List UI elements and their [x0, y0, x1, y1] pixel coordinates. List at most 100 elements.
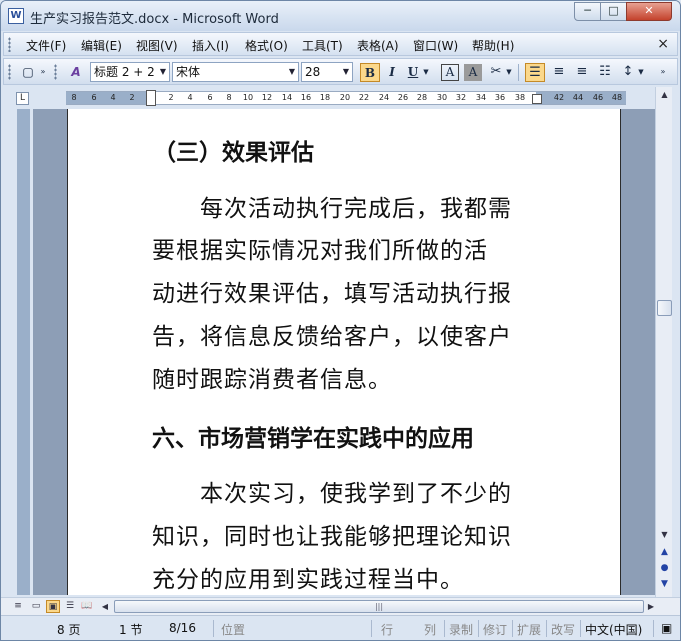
- ruler-tick-label: 48: [611, 93, 623, 102]
- styles-formatting-icon[interactable]: A: [66, 63, 86, 82]
- spelling-status-icon[interactable]: ▣: [661, 621, 672, 635]
- paragraph-line: 告，将信息反馈给客户，以使客户: [152, 324, 512, 350]
- status-bar: 8 页 1 节 8/16 位置 行 列 录制 修订 扩展 改写 中文(中国) ▣: [1, 615, 680, 640]
- reading-layout-view-icon[interactable]: 📖: [80, 600, 94, 613]
- first-line-indent-marker[interactable]: [146, 90, 156, 106]
- underline-dropdown-icon[interactable]: ▼: [421, 63, 431, 82]
- menu-edit[interactable]: 编辑(E): [81, 37, 122, 54]
- menu-table[interactable]: 表格(A): [357, 37, 399, 54]
- ruler-tick-label: 44: [572, 93, 584, 102]
- minimize-button[interactable]: ─: [574, 2, 601, 21]
- line-spacing-icon[interactable]: ↕: [618, 63, 638, 82]
- font-size-combo[interactable]: 28 ▼: [301, 62, 353, 82]
- close-window-button[interactable]: ✕: [626, 2, 672, 21]
- horizontal-scroll-thumb[interactable]: |||: [114, 600, 644, 613]
- ruler-tick-label: 6: [207, 93, 213, 102]
- distributed-align-icon[interactable]: ☷: [595, 63, 615, 82]
- tab-stop-selector-icon[interactable]: L: [16, 92, 29, 105]
- status-record[interactable]: 录制: [449, 621, 473, 638]
- print-layout-view-icon[interactable]: ▣: [46, 600, 60, 613]
- next-page-icon[interactable]: ▼: [659, 579, 670, 590]
- ruler-tick-label: 8: [71, 93, 77, 102]
- vertical-scroll-thumb[interactable]: [657, 300, 672, 316]
- ruler-tick-label: 14: [281, 93, 293, 102]
- toolbar-grip-icon[interactable]: [8, 64, 11, 80]
- menu-window[interactable]: 窗口(W): [413, 37, 458, 54]
- scroll-down-icon[interactable]: ▼: [657, 527, 672, 542]
- scroll-left-icon[interactable]: ◀: [99, 600, 111, 613]
- style-combo[interactable]: 标题 2 + 2 ▼: [90, 62, 170, 82]
- paragraph-line: 每次活动执行完成后，我都需: [200, 196, 512, 222]
- status-overtype[interactable]: 改写: [551, 621, 575, 638]
- align-justify-icon[interactable]: ☰: [525, 63, 545, 82]
- maximize-button[interactable]: □: [600, 2, 627, 21]
- horizontal-scroll-area: ≡ ▭ ▣ ☰ 📖 ◀ ||| ▶: [1, 597, 680, 615]
- menu-help[interactable]: 帮助(H): [472, 37, 514, 54]
- ruler-tick-label: 20: [339, 93, 351, 102]
- new-document-icon[interactable]: ▢: [18, 63, 38, 82]
- normal-view-icon[interactable]: ≡: [11, 600, 25, 613]
- title-bar[interactable]: W 生产实习报告范文.docx - Microsoft Word ─ □ ✕: [1, 1, 680, 31]
- toolbar-options-chevron-icon[interactable]: »: [656, 63, 670, 82]
- outline-view-icon[interactable]: ☰: [63, 600, 77, 613]
- ruler-tick-label: 46: [592, 93, 604, 102]
- font-value: 宋体: [176, 65, 201, 79]
- phonetic-dropdown-icon[interactable]: ▼: [504, 63, 514, 82]
- right-indent-marker[interactable]: [532, 94, 542, 104]
- paragraph-line: 要根据实际情况对我们所做的活: [152, 238, 488, 264]
- status-extend[interactable]: 扩展: [517, 621, 541, 638]
- font-size-value: 28: [305, 65, 321, 79]
- menu-format[interactable]: 格式(O): [245, 37, 288, 54]
- vertical-ruler-bar: [17, 109, 30, 595]
- phonetic-guide-icon[interactable]: ✂: [486, 63, 506, 82]
- italic-button[interactable]: I: [382, 63, 402, 82]
- char-border-button[interactable]: A: [441, 64, 459, 81]
- status-track-changes[interactable]: 修订: [483, 621, 507, 638]
- vertical-scrollbar[interactable]: ▲ ▼ ▲ ● ▼: [655, 87, 672, 597]
- char-shading-button[interactable]: A: [464, 64, 482, 81]
- menu-grip-icon[interactable]: [8, 37, 11, 52]
- previous-page-icon[interactable]: ▲: [659, 547, 670, 558]
- menu-view[interactable]: 视图(V): [136, 37, 178, 54]
- align-center-icon[interactable]: ≡: [549, 63, 569, 82]
- web-layout-view-icon[interactable]: ▭: [29, 600, 43, 613]
- ruler-tick-label: 4: [110, 93, 116, 102]
- font-combo[interactable]: 宋体 ▼: [172, 62, 299, 82]
- paragraph-line: 知识，同时也让我能够把理论知识: [152, 524, 512, 550]
- toolbar-options-chevron-icon[interactable]: »: [38, 63, 48, 82]
- vertical-ruler[interactable]: [11, 109, 33, 595]
- horizontal-ruler[interactable]: 8 6 4 2 2 4 6 8 10 12 14 16 18 20 22 24 26 28 30 32 34 36 38 42…: [66, 90, 626, 106]
- close-document-button[interactable]: ×: [657, 36, 669, 52]
- paragraph-line: 随时跟踪消费者信息。: [152, 367, 392, 393]
- menu-tools[interactable]: 工具(T): [302, 37, 343, 54]
- chevron-down-icon[interactable]: ▼: [286, 63, 298, 81]
- underline-button[interactable]: U: [403, 63, 423, 82]
- menu-file[interactable]: 文件(F): [26, 37, 66, 54]
- select-browse-object-icon[interactable]: ●: [659, 563, 670, 574]
- scroll-up-icon[interactable]: ▲: [657, 87, 672, 102]
- menu-bar: 文件(F) 编辑(E) 视图(V) 插入(I) 格式(O) 工具(T) 表格(A…: [3, 32, 678, 56]
- status-line: 行: [381, 623, 394, 637]
- status-language[interactable]: 中文(中国): [585, 621, 642, 638]
- chevron-down-icon[interactable]: ▼: [340, 63, 352, 81]
- menu-insert[interactable]: 插入(I): [192, 37, 229, 54]
- word-window: W 生产实习报告范文.docx - Microsoft Word ─ □ ✕ 文…: [0, 0, 681, 641]
- formatting-toolbar: ▢ » A 标题 2 + 2 ▼ 宋体 ▼ 28 ▼ B I U ▼ A A ✂…: [3, 58, 678, 85]
- word-app-icon[interactable]: W: [8, 8, 24, 24]
- toolbar-separator: [518, 64, 519, 81]
- align-right-icon[interactable]: ≡: [572, 63, 592, 82]
- status-position: 位置: [221, 623, 246, 637]
- line-spacing-dropdown-icon[interactable]: ▼: [636, 63, 646, 82]
- document-page[interactable]: （三）效果评估 每次活动执行完成后，我都需 要根据实际情况对我们所做的活 动进行…: [67, 109, 621, 595]
- section-heading: （三）效果评估: [153, 139, 314, 166]
- chevron-down-icon[interactable]: ▼: [157, 63, 169, 81]
- bold-button[interactable]: B: [360, 63, 380, 82]
- toolbar2-grip-icon[interactable]: [54, 64, 57, 80]
- scroll-right-icon[interactable]: ▶: [645, 600, 657, 613]
- ruler-tick-label: 38: [514, 93, 526, 102]
- ruler-tick-label: 22: [358, 93, 370, 102]
- ruler-tick-label: 42: [553, 93, 565, 102]
- document-workspace: （三）效果评估 每次活动执行完成后，我都需 要根据实际情况对我们所做的活 动进行…: [11, 109, 655, 595]
- ruler-tick-label: 8: [226, 93, 232, 102]
- ruler-tick-label: 2: [168, 93, 174, 102]
